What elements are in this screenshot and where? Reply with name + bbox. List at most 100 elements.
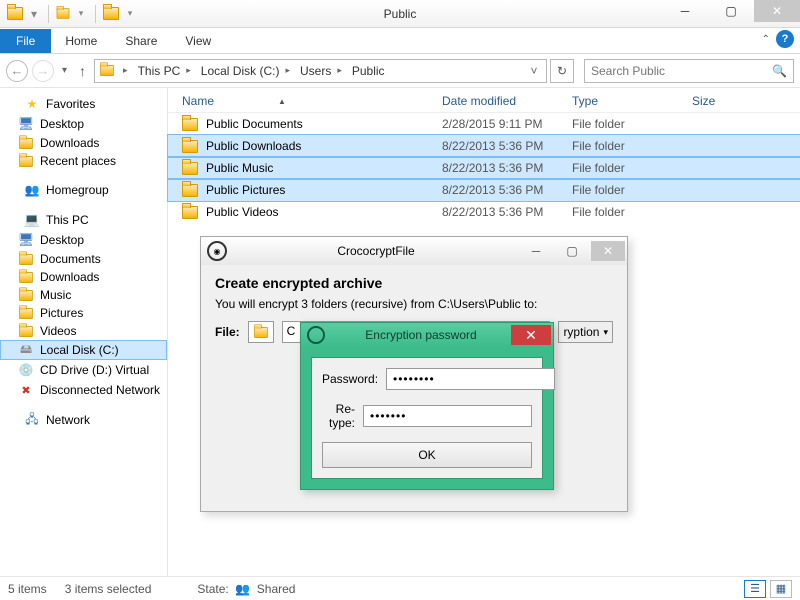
sidebar-head-favorites[interactable]: ★Favorites [0, 94, 167, 114]
folder-icon [182, 118, 198, 131]
file-name: Public Documents [206, 117, 303, 131]
state-label: State: [197, 582, 228, 596]
minimize-button[interactable]: ─ [662, 0, 708, 22]
dialog-close-button[interactable]: ✕ [591, 241, 625, 261]
password-title-bar[interactable]: Encryption password ✕ [301, 323, 553, 347]
sidebar-item-downloads[interactable]: Downloads [0, 134, 167, 152]
ok-button[interactable]: OK [322, 442, 532, 468]
chevron-down-icon[interactable]: ▾ [73, 6, 89, 22]
search-input[interactable] [591, 64, 772, 78]
dialog-minimize-button[interactable]: ─ [519, 241, 553, 261]
file-picker-button[interactable] [248, 321, 274, 343]
folder-icon [7, 7, 23, 20]
refresh-button[interactable]: ↻ [550, 59, 574, 83]
folder-icon [182, 140, 198, 153]
folder-icon [19, 325, 33, 336]
folder-icon [182, 184, 198, 197]
file-date: 8/22/2013 5:36 PM [442, 139, 572, 153]
folder-icon [19, 253, 33, 264]
chevron-right-icon: ▸ [281, 65, 294, 76]
new-folder-icon[interactable] [55, 6, 71, 22]
password-label: Password: [322, 372, 378, 386]
table-row[interactable]: Public Downloads8/22/2013 5:36 PMFile fo… [168, 135, 800, 157]
sidebar-item-label: Favorites [46, 97, 95, 111]
file-name: Public Music [206, 161, 273, 175]
desktop-icon: 🖥 [18, 232, 34, 248]
tab-share[interactable]: Share [111, 29, 171, 53]
search-box[interactable]: 🔍 [584, 59, 794, 83]
back-button[interactable]: ← [6, 60, 28, 82]
table-row[interactable]: Public Music8/22/2013 5:36 PMFile folder [168, 157, 800, 179]
sidebar-item-pictures[interactable]: Pictures [0, 304, 167, 322]
folder-icon [19, 271, 33, 282]
column-type[interactable]: Type [572, 94, 692, 108]
sidebar-item-desktop[interactable]: 🖥Desktop [0, 114, 167, 134]
breadcrumb-root-caret[interactable]: ▸ [117, 65, 134, 76]
folder-icon [19, 137, 33, 148]
sidebar-item-videos[interactable]: Videos [0, 322, 167, 340]
search-icon[interactable]: 🔍 [772, 64, 787, 78]
sidebar-item-disconnected[interactable]: ✖Disconnected Network [0, 380, 167, 400]
password-close-button[interactable]: ✕ [511, 325, 551, 345]
address-bar[interactable]: ▸ This PC▸ Local Disk (C:)▸ Users▸ Publi… [94, 59, 547, 83]
breadcrumb[interactable]: Users▸ [298, 64, 348, 78]
sidebar-item-desktop2[interactable]: 🖥Desktop [0, 230, 167, 250]
chevron-down-icon[interactable]: ˅ [526, 63, 542, 79]
sidebar-head-network[interactable]: 🖧Network [0, 410, 167, 430]
file-tab[interactable]: File [0, 29, 51, 53]
sidebar-group-favorites: ★Favorites 🖥Desktop Downloads Recent pla… [0, 94, 167, 170]
separator [95, 5, 96, 23]
details-view-button[interactable]: ☰ [744, 580, 766, 598]
sidebar-item-label: Videos [40, 324, 76, 338]
breadcrumb[interactable]: Public [350, 64, 387, 78]
sidebar-item-downloads2[interactable]: Downloads [0, 268, 167, 286]
chevron-down-icon[interactable]: ▾ [122, 6, 138, 22]
folder-icon [100, 65, 114, 76]
folder-icon [103, 7, 119, 20]
encryption-dropdown[interactable]: ryption▾ [558, 321, 613, 343]
table-row[interactable]: Public Videos8/22/2013 5:36 PMFile folde… [168, 201, 800, 223]
sidebar-item-label: Network [46, 413, 90, 427]
tab-home[interactable]: Home [51, 29, 111, 53]
password-input[interactable] [386, 368, 555, 390]
open-icon[interactable] [102, 6, 120, 22]
sidebar-item-label: Downloads [40, 270, 99, 284]
chevron-down-icon[interactable]: ▾ [26, 6, 42, 22]
sidebar-item-label: Disconnected Network [40, 383, 160, 397]
icons-view-button[interactable]: ▦ [770, 580, 792, 598]
sidebar-head-thispc[interactable]: 💻This PC [0, 210, 167, 230]
chevron-right-icon: ▸ [333, 65, 346, 76]
sidebar-item-recent[interactable]: Recent places [0, 152, 167, 170]
dialog-maximize-button[interactable]: ▢ [555, 241, 589, 261]
close-button[interactable]: ✕ [754, 0, 800, 22]
column-name[interactable]: Name▲ [182, 94, 442, 108]
forward-button[interactable]: → [32, 60, 54, 82]
breadcrumb-label: Public [352, 64, 385, 78]
dialog-title-bar[interactable]: ◉ CrococryptFile ─ ▢ ✕ [201, 237, 627, 265]
sidebar-item-music[interactable]: Music [0, 286, 167, 304]
sidebar-item-localdisk[interactable]: 🖴Local Disk (C:) [0, 340, 167, 360]
up-button[interactable]: ↑ [75, 63, 90, 79]
sidebar-item-label: This PC [46, 213, 89, 227]
window-title: Public [138, 7, 662, 21]
sidebar-item-label: Music [40, 288, 71, 302]
sidebar-item-documents[interactable]: Documents [0, 250, 167, 268]
recent-locations-icon[interactable]: ▾ [58, 65, 71, 76]
breadcrumb[interactable]: This PC▸ [136, 64, 197, 78]
sidebar-item-label: Desktop [40, 117, 84, 131]
sidebar-item-cddrive[interactable]: 💿CD Drive (D:) Virtual [0, 360, 167, 380]
breadcrumb[interactable]: Local Disk (C:)▸ [199, 64, 296, 78]
collapse-ribbon-icon[interactable]: ⌃ [762, 34, 770, 45]
crococrypt-icon [307, 326, 325, 344]
table-row[interactable]: Public Pictures8/22/2013 5:36 PMFile fol… [168, 179, 800, 201]
maximize-button[interactable]: ▢ [708, 0, 754, 22]
sidebar-head-homegroup[interactable]: 👥Homegroup [0, 180, 167, 200]
help-icon[interactable]: ? [776, 30, 794, 48]
retype-input[interactable] [363, 405, 532, 427]
file-date: 8/22/2013 5:36 PM [442, 161, 572, 175]
tab-view[interactable]: View [171, 29, 225, 53]
separator [48, 5, 49, 23]
column-size[interactable]: Size [692, 94, 752, 108]
column-date[interactable]: Date modified [442, 94, 572, 108]
table-row[interactable]: Public Documents2/28/2015 9:11 PMFile fo… [168, 113, 800, 135]
